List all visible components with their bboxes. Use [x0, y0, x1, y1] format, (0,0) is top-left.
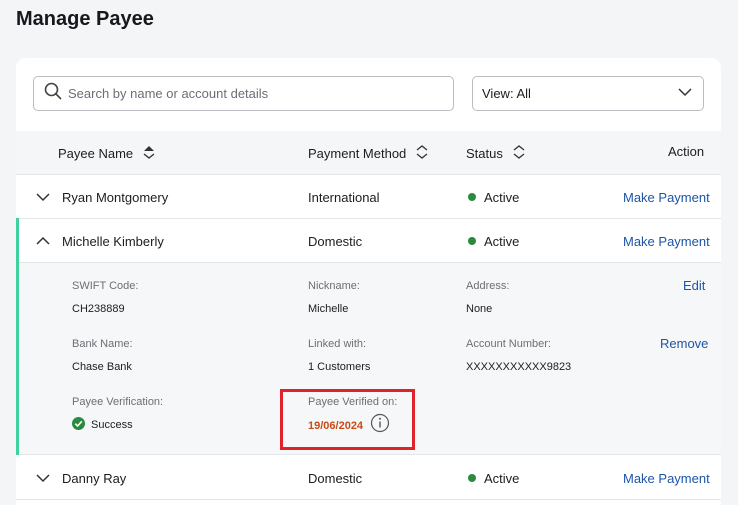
payee-name: Ryan Montgomery [62, 190, 169, 205]
column-header-action: Action [668, 144, 705, 159]
make-payment-link[interactable]: Make Payment [623, 471, 710, 486]
account-number-value: XXXXXXXXXXX9823 [466, 361, 572, 373]
status-dot-icon [468, 237, 476, 245]
payee-verified-on-value: 19/06/2024 [308, 420, 364, 432]
sort-active-icon[interactable] [133, 145, 155, 162]
view-filter-label: View: All [482, 86, 531, 101]
payee-details-panel: SWIFT Code: CH238889 Nickname: Michelle … [16, 263, 721, 455]
column-header-payment-method[interactable]: Payment Method [308, 145, 428, 162]
page-title: Manage Payee [16, 8, 154, 30]
table-header: Payee Name Payment Method Status Action [16, 131, 721, 175]
chevron-up-icon[interactable] [35, 234, 51, 248]
chevron-down-icon [677, 84, 693, 103]
status-badge: Active [468, 471, 519, 486]
nickname-value: Michelle [308, 303, 349, 315]
view-filter-select[interactable]: View: All [472, 76, 704, 111]
make-payment-link[interactable]: Make Payment [623, 190, 710, 205]
linked-with-value: 1 Customers [308, 361, 371, 373]
payee-verified-on-label: Payee Verified on: [308, 396, 398, 408]
status-dot-icon [468, 193, 476, 201]
column-header-payee-name[interactable]: Payee Name [58, 145, 155, 162]
chevron-down-icon[interactable] [35, 471, 51, 485]
expanded-row-accent [16, 218, 19, 455]
linked-with-label: Linked with: [308, 338, 367, 350]
edit-link[interactable]: Edit [683, 278, 705, 293]
bank-name-label: Bank Name: [72, 338, 133, 350]
search-box[interactable] [33, 76, 454, 111]
status-badge: Active [468, 234, 519, 249]
payee-verification-value: Success [72, 417, 133, 431]
status-badge: Active [468, 190, 519, 205]
payee-name: Michelle Kimberly [62, 234, 164, 249]
payee-verification-label: Payee Verification: [72, 396, 164, 408]
account-number-label: Account Number: [466, 338, 551, 350]
sort-icon[interactable] [503, 145, 525, 162]
payment-method: Domestic [308, 234, 363, 249]
payee-card: View: All Payee Name Payment Method Stat… [16, 58, 721, 505]
sort-icon[interactable] [406, 145, 428, 162]
info-icon[interactable] [370, 413, 390, 433]
payee-name: Danny Ray [62, 471, 127, 486]
nickname-label: Nickname: [308, 280, 360, 292]
payment-method: Domestic [308, 471, 363, 486]
swift-code-value: CH238889 [72, 303, 125, 315]
make-payment-link[interactable]: Make Payment [623, 234, 710, 249]
address-label: Address: [466, 280, 510, 292]
search-input[interactable] [68, 86, 448, 101]
table-row[interactable]: Ryan Montgomery International Active Mak… [16, 175, 721, 219]
swift-code-label: SWIFT Code: [72, 280, 139, 292]
table-row[interactable]: Danny Ray Domestic Active Make Payment [16, 456, 721, 500]
status-dot-icon [468, 474, 476, 482]
column-header-status[interactable]: Status [466, 145, 525, 162]
search-icon [44, 82, 62, 105]
address-value: None [466, 303, 493, 315]
payment-method: International [308, 190, 380, 205]
check-circle-icon [72, 417, 85, 430]
remove-link[interactable]: Remove [660, 336, 708, 351]
chevron-down-icon[interactable] [35, 190, 51, 204]
table-row[interactable]: Michelle Kimberly Domestic Active Make P… [16, 219, 721, 263]
bank-name-value: Chase Bank [72, 361, 132, 373]
